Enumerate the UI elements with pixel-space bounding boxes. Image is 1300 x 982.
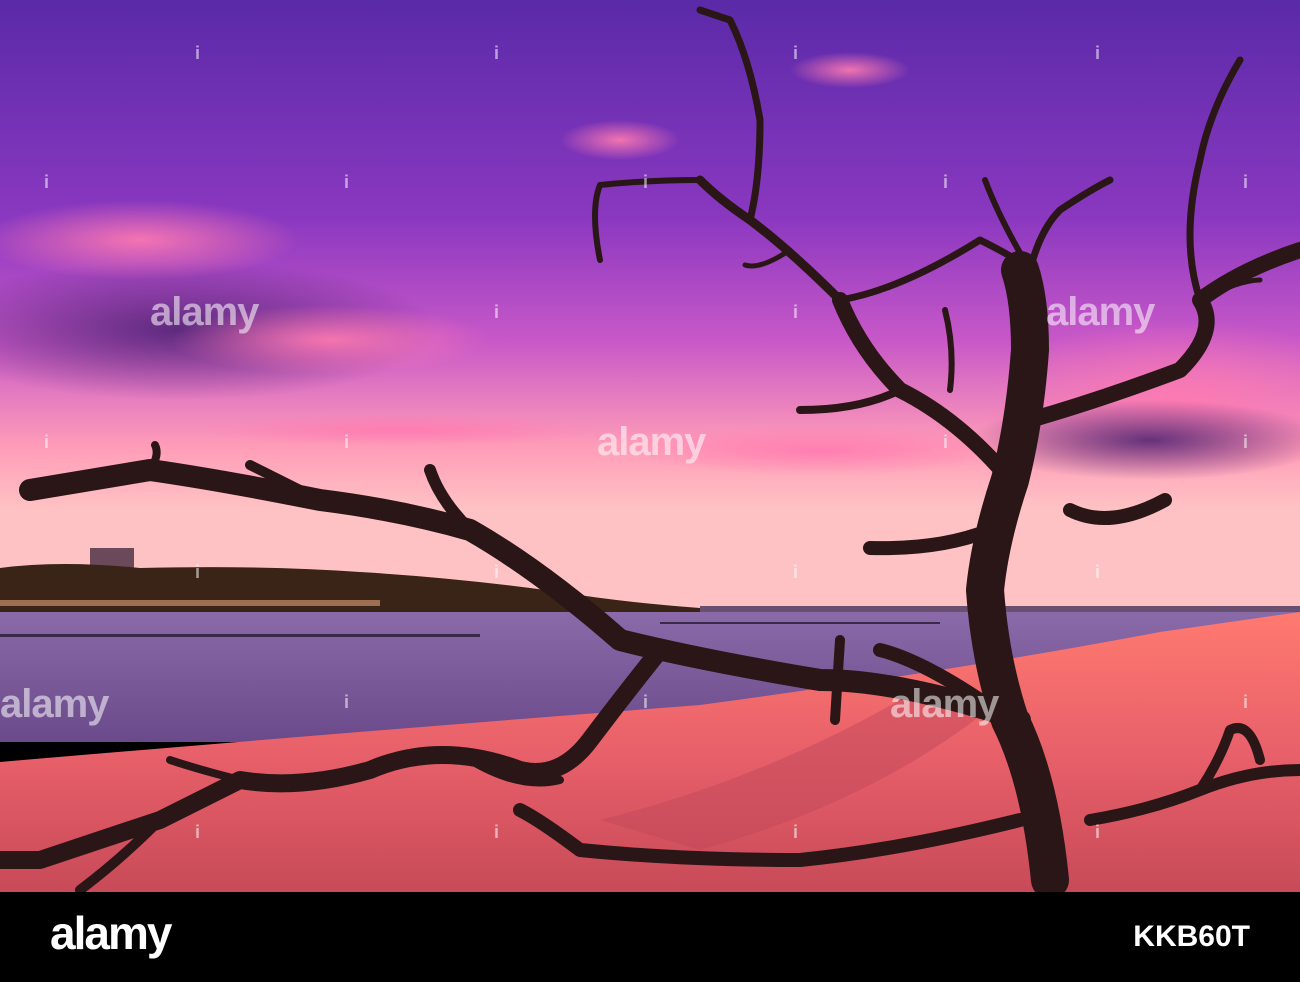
watermark-mark: i — [793, 43, 799, 63]
watermark-mark: i — [494, 43, 500, 63]
watermark-mark: i — [1095, 822, 1101, 842]
watermark-mark: i — [793, 302, 799, 322]
watermark-mark: i — [1243, 692, 1249, 712]
watermark-mark: i — [793, 822, 799, 842]
footer-bar: alamy KKB60T — [0, 892, 1300, 982]
photo-frame: alamy alamy alamy alamy alamy i i i i i … — [0, 0, 1300, 982]
watermark-text: alamy — [890, 682, 999, 726]
watermark-text: alamy — [597, 420, 706, 464]
alamy-logo[interactable]: alamy — [50, 906, 172, 960]
watermark-mark: i — [195, 822, 201, 842]
watermark-mark: i — [44, 172, 50, 192]
watermark-mark: i — [494, 822, 500, 842]
watermark-text: alamy — [1046, 290, 1155, 334]
watermark-mark: i — [344, 432, 350, 452]
watermark-text: alamy — [0, 682, 109, 726]
watermark-mark: i — [643, 172, 649, 192]
watermark-mark: i — [1095, 43, 1101, 63]
watermark-mark: i — [643, 692, 649, 712]
watermark-mark: i — [1095, 562, 1101, 582]
watermark-mark: i — [195, 43, 201, 63]
watermark-mark: i — [195, 562, 201, 582]
watermark-mark: i — [793, 562, 799, 582]
watermark-mark: i — [344, 172, 350, 192]
watermark-mark: i — [1243, 432, 1249, 452]
beach-sunset-photo: alamy alamy alamy alamy alamy i i i i i … — [0, 0, 1300, 892]
watermark-mark: i — [494, 562, 500, 582]
watermark-mark: i — [44, 432, 50, 452]
watermark-mark: i — [494, 302, 500, 322]
image-id: KKB60T — [1133, 920, 1250, 953]
watermark-mark: i — [344, 692, 350, 712]
watermark-mark: i — [943, 432, 949, 452]
watermark-mark: i — [943, 172, 949, 192]
watermark-mark: i — [1243, 172, 1249, 192]
watermark-text: alamy — [150, 290, 259, 334]
